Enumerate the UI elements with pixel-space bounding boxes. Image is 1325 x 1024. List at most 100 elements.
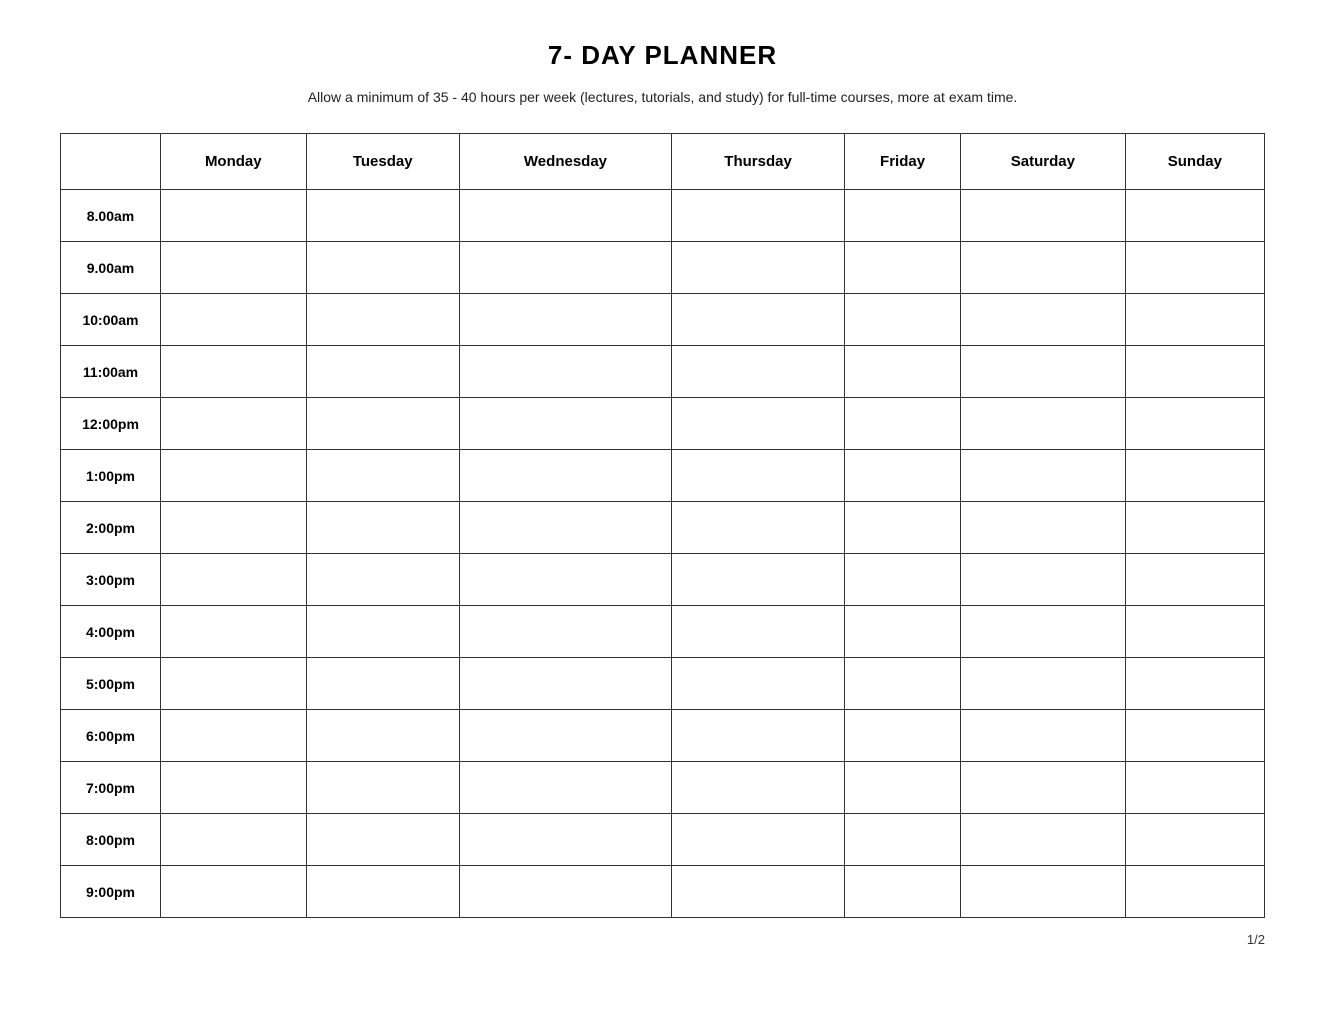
schedule-cell[interactable] bbox=[845, 190, 961, 242]
schedule-cell[interactable] bbox=[1125, 346, 1264, 398]
schedule-cell[interactable] bbox=[961, 814, 1126, 866]
schedule-cell[interactable] bbox=[961, 242, 1126, 294]
schedule-cell[interactable] bbox=[1125, 606, 1264, 658]
schedule-cell[interactable] bbox=[961, 398, 1126, 450]
schedule-cell[interactable] bbox=[161, 242, 307, 294]
schedule-cell[interactable] bbox=[845, 814, 961, 866]
schedule-cell[interactable] bbox=[161, 814, 307, 866]
schedule-cell[interactable] bbox=[306, 190, 459, 242]
schedule-cell[interactable] bbox=[306, 398, 459, 450]
schedule-cell[interactable] bbox=[961, 502, 1126, 554]
schedule-cell[interactable] bbox=[961, 346, 1126, 398]
schedule-cell[interactable] bbox=[1125, 762, 1264, 814]
schedule-cell[interactable] bbox=[845, 658, 961, 710]
schedule-cell[interactable] bbox=[459, 710, 671, 762]
schedule-cell[interactable] bbox=[161, 450, 307, 502]
schedule-cell[interactable] bbox=[672, 450, 845, 502]
schedule-cell[interactable] bbox=[961, 866, 1126, 918]
schedule-cell[interactable] bbox=[161, 398, 307, 450]
schedule-cell[interactable] bbox=[306, 450, 459, 502]
schedule-cell[interactable] bbox=[306, 554, 459, 606]
schedule-cell[interactable] bbox=[1125, 294, 1264, 346]
schedule-cell[interactable] bbox=[161, 762, 307, 814]
schedule-cell[interactable] bbox=[845, 554, 961, 606]
schedule-cell[interactable] bbox=[1125, 866, 1264, 918]
schedule-cell[interactable] bbox=[1125, 242, 1264, 294]
schedule-cell[interactable] bbox=[1125, 710, 1264, 762]
schedule-cell[interactable] bbox=[306, 710, 459, 762]
schedule-cell[interactable] bbox=[961, 190, 1126, 242]
schedule-cell[interactable] bbox=[459, 294, 671, 346]
schedule-cell[interactable] bbox=[306, 606, 459, 658]
schedule-cell[interactable] bbox=[459, 762, 671, 814]
schedule-cell[interactable] bbox=[459, 814, 671, 866]
schedule-cell[interactable] bbox=[161, 502, 307, 554]
schedule-cell[interactable] bbox=[672, 814, 845, 866]
schedule-cell[interactable] bbox=[845, 866, 961, 918]
schedule-cell[interactable] bbox=[161, 658, 307, 710]
schedule-cell[interactable] bbox=[672, 554, 845, 606]
schedule-cell[interactable] bbox=[961, 554, 1126, 606]
schedule-cell[interactable] bbox=[672, 710, 845, 762]
schedule-cell[interactable] bbox=[672, 762, 845, 814]
schedule-cell[interactable] bbox=[845, 346, 961, 398]
schedule-cell[interactable] bbox=[672, 658, 845, 710]
schedule-cell[interactable] bbox=[459, 346, 671, 398]
page-number: 1/2 bbox=[60, 932, 1265, 947]
schedule-cell[interactable] bbox=[1125, 398, 1264, 450]
schedule-cell[interactable] bbox=[845, 710, 961, 762]
schedule-cell[interactable] bbox=[672, 242, 845, 294]
schedule-cell[interactable] bbox=[161, 294, 307, 346]
schedule-cell[interactable] bbox=[161, 606, 307, 658]
schedule-cell[interactable] bbox=[672, 346, 845, 398]
schedule-cell[interactable] bbox=[961, 710, 1126, 762]
schedule-cell[interactable] bbox=[845, 242, 961, 294]
schedule-cell[interactable] bbox=[845, 606, 961, 658]
schedule-cell[interactable] bbox=[306, 762, 459, 814]
schedule-cell[interactable] bbox=[161, 554, 307, 606]
time-cell: 11:00am bbox=[61, 346, 161, 398]
schedule-cell[interactable] bbox=[1125, 814, 1264, 866]
schedule-cell[interactable] bbox=[459, 502, 671, 554]
schedule-cell[interactable] bbox=[672, 606, 845, 658]
schedule-cell[interactable] bbox=[459, 190, 671, 242]
schedule-cell[interactable] bbox=[961, 658, 1126, 710]
schedule-cell[interactable] bbox=[961, 450, 1126, 502]
schedule-cell[interactable] bbox=[961, 294, 1126, 346]
schedule-cell[interactable] bbox=[306, 866, 459, 918]
schedule-cell[interactable] bbox=[845, 294, 961, 346]
schedule-cell[interactable] bbox=[306, 242, 459, 294]
schedule-cell[interactable] bbox=[845, 398, 961, 450]
schedule-cell[interactable] bbox=[961, 606, 1126, 658]
schedule-cell[interactable] bbox=[161, 346, 307, 398]
schedule-cell[interactable] bbox=[306, 346, 459, 398]
schedule-cell[interactable] bbox=[306, 294, 459, 346]
schedule-cell[interactable] bbox=[672, 190, 845, 242]
schedule-cell[interactable] bbox=[672, 866, 845, 918]
schedule-cell[interactable] bbox=[1125, 190, 1264, 242]
schedule-cell[interactable] bbox=[459, 554, 671, 606]
schedule-cell[interactable] bbox=[1125, 502, 1264, 554]
schedule-cell[interactable] bbox=[672, 502, 845, 554]
schedule-cell[interactable] bbox=[672, 294, 845, 346]
schedule-cell[interactable] bbox=[459, 658, 671, 710]
schedule-cell[interactable] bbox=[306, 502, 459, 554]
schedule-cell[interactable] bbox=[1125, 554, 1264, 606]
schedule-cell[interactable] bbox=[161, 710, 307, 762]
schedule-cell[interactable] bbox=[845, 450, 961, 502]
schedule-cell[interactable] bbox=[1125, 658, 1264, 710]
schedule-cell[interactable] bbox=[459, 242, 671, 294]
schedule-cell[interactable] bbox=[672, 398, 845, 450]
schedule-cell[interactable] bbox=[459, 450, 671, 502]
schedule-cell[interactable] bbox=[845, 502, 961, 554]
schedule-cell[interactable] bbox=[306, 658, 459, 710]
schedule-cell[interactable] bbox=[459, 866, 671, 918]
schedule-cell[interactable] bbox=[161, 190, 307, 242]
schedule-cell[interactable] bbox=[459, 398, 671, 450]
schedule-cell[interactable] bbox=[1125, 450, 1264, 502]
schedule-cell[interactable] bbox=[845, 762, 961, 814]
schedule-cell[interactable] bbox=[306, 814, 459, 866]
schedule-cell[interactable] bbox=[961, 762, 1126, 814]
schedule-cell[interactable] bbox=[459, 606, 671, 658]
schedule-cell[interactable] bbox=[161, 866, 307, 918]
